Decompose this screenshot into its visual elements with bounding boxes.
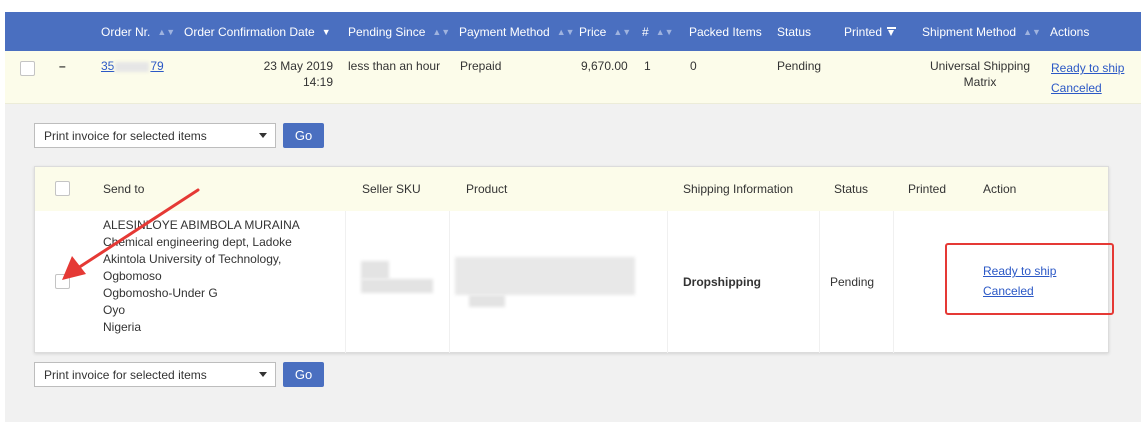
col-order-confirmation-date[interactable]: Order Confirmation Date ▼ bbox=[184, 12, 331, 51]
col-shipping-information: Shipping Information bbox=[683, 182, 794, 196]
go-button-bottom[interactable]: Go bbox=[283, 362, 324, 387]
col-label: Actions bbox=[1050, 24, 1090, 39]
orders-table-header: Order Nr. ▲▼ Order Confirmation Date ▼ Pen… bbox=[5, 12, 1141, 51]
col-product: Product bbox=[466, 182, 508, 196]
status-value: Pending bbox=[777, 59, 822, 73]
col-shipment-method[interactable]: Shipment Method ▲▼ bbox=[922, 12, 1041, 51]
address-line: ALESINLOYE ABIMBOLA MURAINA bbox=[103, 218, 300, 232]
col-price[interactable]: Price ▲▼ bbox=[579, 12, 631, 51]
col-payment-method[interactable]: Payment Method ▲▼ bbox=[459, 12, 575, 51]
select-value: Print invoice for selected items bbox=[44, 128, 207, 143]
date-value: 23 May 2019 bbox=[263, 59, 333, 73]
col-label: Price bbox=[579, 24, 607, 39]
sort-icon[interactable]: ▲▼ bbox=[557, 27, 575, 37]
payment-method-value: Prepaid bbox=[460, 59, 502, 73]
address-line: Chemical engineering dept, Ladoke bbox=[103, 235, 292, 249]
col-count[interactable]: # ▲▼ bbox=[642, 12, 674, 51]
sort-icon[interactable]: ▲▼ bbox=[432, 27, 450, 37]
col-label: Status bbox=[777, 24, 812, 39]
item-count-value: 1 bbox=[644, 59, 651, 73]
order-row: – 35 79 23 May 2019 14:19 less than an ho… bbox=[5, 51, 1141, 104]
chevron-down-icon bbox=[259, 133, 267, 138]
col-actions: Actions bbox=[1050, 12, 1089, 51]
shipment-method-value: Universal Shipping Matrix bbox=[922, 58, 1038, 90]
annotation-highlight-box bbox=[945, 243, 1114, 315]
col-pending-since[interactable]: Pending Since ▲▼ bbox=[348, 12, 450, 51]
shipping-information-value: Dropshipping bbox=[683, 275, 761, 289]
col-label: Payment Method bbox=[459, 24, 550, 39]
collapse-toggle[interactable]: – bbox=[59, 58, 66, 74]
col-item-status: Status bbox=[834, 182, 869, 196]
col-label: # bbox=[642, 24, 649, 39]
address-line: Oyo bbox=[103, 303, 126, 317]
sort-icon[interactable]: ▲▼ bbox=[1023, 27, 1041, 37]
redacted-product bbox=[455, 257, 635, 295]
ready-to-ship-link[interactable]: Ready to ship bbox=[1051, 61, 1124, 75]
column-divider bbox=[893, 211, 894, 353]
col-order-nr[interactable]: Order Nr. ▲▼ bbox=[101, 12, 175, 51]
order-row-checkbox[interactable] bbox=[20, 61, 35, 76]
canceled-link[interactable]: Canceled bbox=[1051, 81, 1102, 95]
shipment-method-line: Universal Shipping bbox=[929, 59, 1031, 73]
item-row-checkbox[interactable] bbox=[55, 274, 70, 289]
col-status: Status bbox=[777, 12, 811, 51]
redacted-order-digits bbox=[115, 61, 150, 72]
print-invoice-select-bottom[interactable]: Print invoice for selected items bbox=[34, 362, 276, 387]
column-divider bbox=[667, 211, 668, 353]
col-item-printed: Printed bbox=[908, 182, 947, 196]
col-label: Pending Since bbox=[348, 24, 426, 39]
filter-icon[interactable] bbox=[887, 27, 897, 36]
address-line: Ogbomosho-Under G bbox=[103, 286, 218, 300]
print-invoice-select-top[interactable]: Print invoice for selected items bbox=[34, 123, 276, 148]
address-line: Nigeria bbox=[103, 320, 142, 334]
sort-icon[interactable]: ▲▼ bbox=[157, 27, 175, 37]
col-send-to: Send to bbox=[103, 182, 145, 196]
order-confirmation-date: 23 May 2019 14:19 bbox=[233, 58, 333, 90]
order-number-prefix[interactable]: 35 bbox=[101, 59, 114, 73]
col-packed-items: Packed Items bbox=[689, 12, 762, 51]
col-label: Order Confirmation Date bbox=[184, 24, 315, 39]
col-label: Packed Items bbox=[689, 24, 762, 39]
select-value: Print invoice for selected items bbox=[44, 367, 207, 382]
col-label: Shipment Method bbox=[922, 24, 1017, 39]
col-item-action: Action bbox=[983, 182, 1017, 196]
redacted-product bbox=[469, 295, 505, 307]
col-printed[interactable]: Printed bbox=[844, 12, 897, 51]
chevron-down-icon bbox=[259, 372, 267, 377]
order-number-link[interactable]: 35 79 bbox=[101, 58, 164, 74]
ship-to-address: ALESINLOYE ABIMBOLA MURAINA Chemical eng… bbox=[103, 217, 300, 336]
item-status-value: Pending bbox=[830, 275, 875, 289]
sort-descending-icon[interactable]: ▼ bbox=[322, 27, 331, 37]
time-value: 14:19 bbox=[302, 75, 333, 89]
col-label: Order Nr. bbox=[101, 24, 151, 39]
go-button-top[interactable]: Go bbox=[283, 123, 324, 148]
col-label: Printed bbox=[844, 24, 883, 39]
redacted-seller-sku bbox=[361, 261, 389, 279]
packed-items-value: 0 bbox=[690, 59, 697, 73]
order-number-suffix[interactable]: 79 bbox=[150, 59, 163, 73]
price-value: 9,670.00 bbox=[581, 59, 628, 73]
address-line: Akintola University of Technology, bbox=[103, 252, 282, 266]
redacted-seller-sku bbox=[361, 279, 433, 293]
address-line: Ogbomoso bbox=[103, 269, 162, 283]
order-actions: Ready to ship Canceled bbox=[1051, 58, 1124, 98]
column-divider bbox=[345, 211, 346, 353]
pending-since-value: less than an hour bbox=[348, 59, 441, 73]
select-all-checkbox[interactable] bbox=[55, 181, 70, 196]
items-table-header: Send to Seller SKU Product Shipping Info… bbox=[35, 167, 1108, 211]
column-divider bbox=[819, 211, 820, 353]
sort-icon[interactable]: ▲▼ bbox=[613, 27, 631, 37]
shipment-method-line: Matrix bbox=[963, 75, 997, 89]
sort-icon[interactable]: ▲▼ bbox=[656, 27, 674, 37]
column-divider bbox=[449, 211, 450, 353]
col-seller-sku: Seller SKU bbox=[362, 182, 421, 196]
